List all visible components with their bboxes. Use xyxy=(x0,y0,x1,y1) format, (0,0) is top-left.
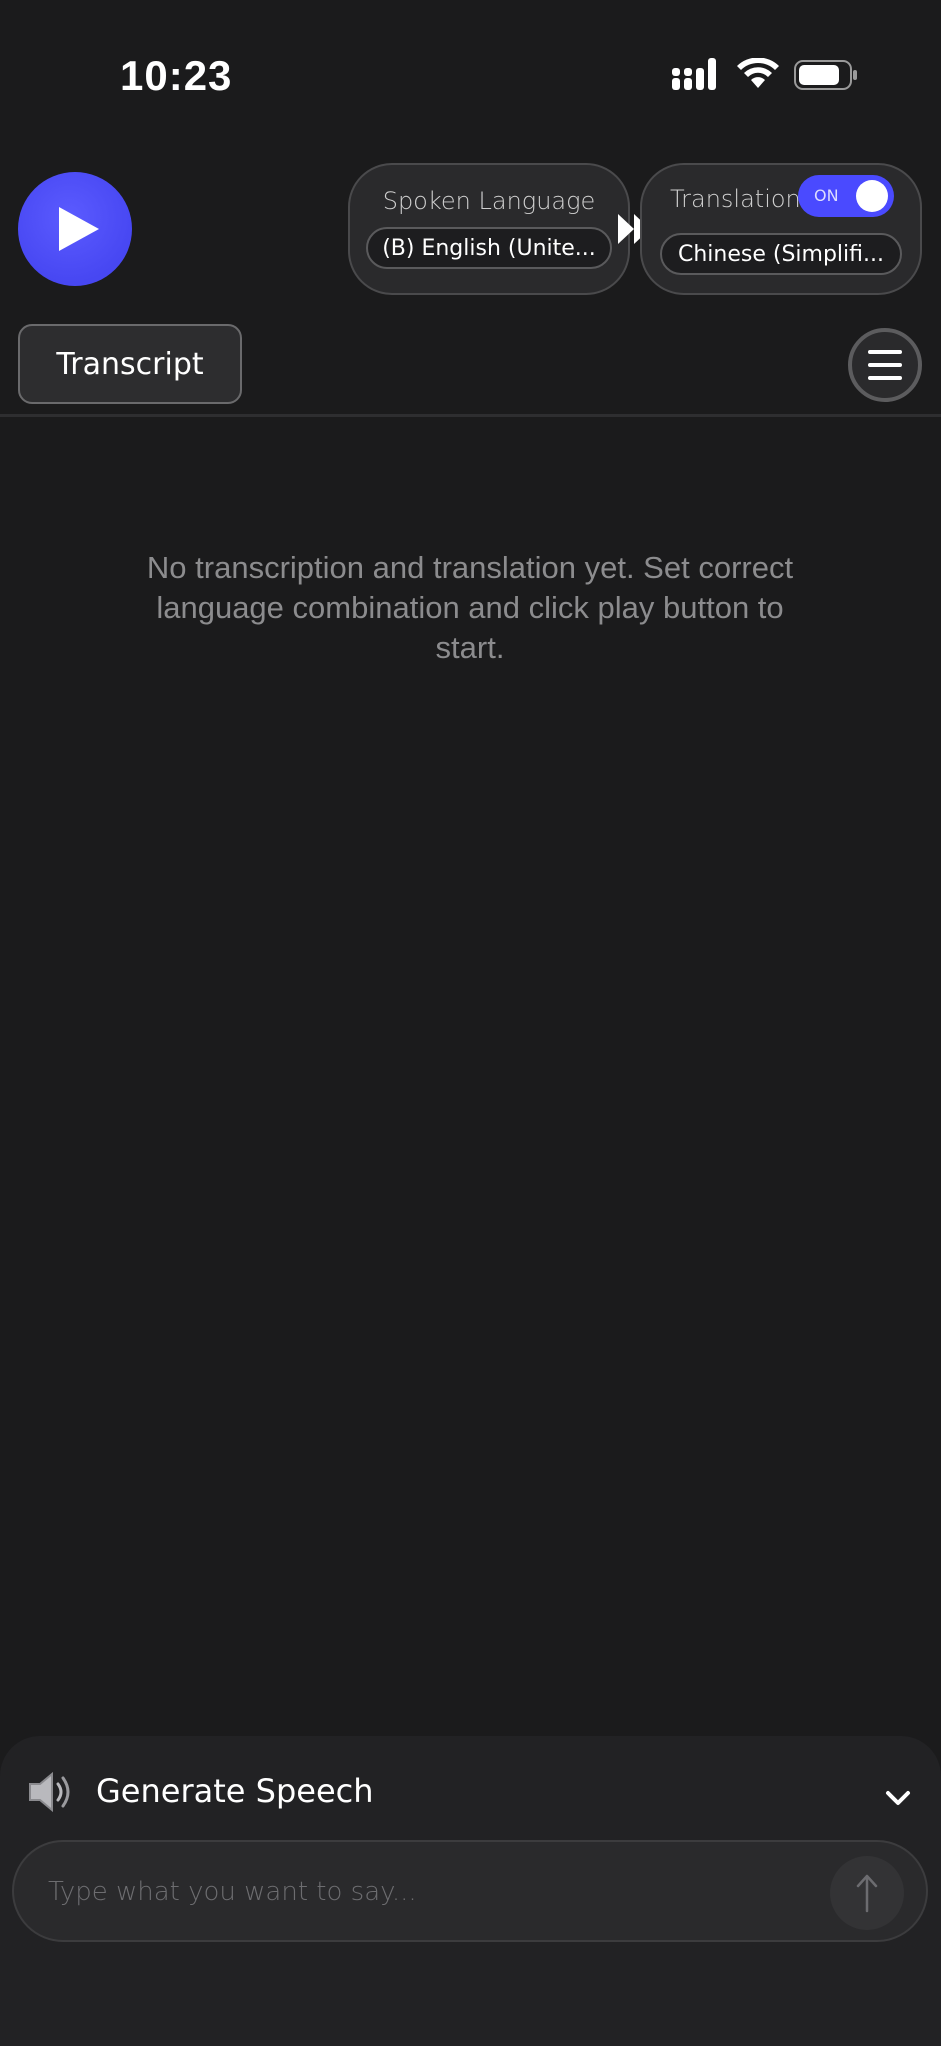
play-icon xyxy=(59,207,99,251)
menu-line xyxy=(868,350,902,354)
generate-speech-label[interactable]: Generate Speech xyxy=(96,1772,374,1810)
battery-icon xyxy=(794,60,857,90)
translation-card: Translation ON Chinese (Simplifi... xyxy=(640,163,922,295)
cellular-signal-icon xyxy=(672,58,716,90)
spoken-language-card: Spoken Language (B) English (Unite... xyxy=(348,163,630,295)
generate-speech-panel: Generate Speech xyxy=(0,1736,941,2046)
empty-state-message: No transcription and translation yet. Se… xyxy=(146,550,794,665)
status-time: 10:23 xyxy=(120,52,233,99)
app-screen: 10:23 Spoken Language (B) English (Unite… xyxy=(0,0,941,2046)
translation-toggle[interactable]: ON xyxy=(798,175,894,217)
speech-input-container xyxy=(12,1840,928,1942)
chevron-down-icon[interactable] xyxy=(884,1788,912,1808)
hamburger-menu-icon[interactable] xyxy=(848,328,922,402)
send-button[interactable] xyxy=(830,1856,904,1930)
menu-line xyxy=(868,363,902,367)
translation-language-select[interactable]: Chinese (Simplifi... xyxy=(660,233,902,275)
divider xyxy=(0,414,941,417)
arrow-up-icon xyxy=(856,1874,878,1913)
spoken-language-label: Spoken Language xyxy=(382,187,596,215)
play-button[interactable] xyxy=(18,172,132,286)
speech-text-input[interactable] xyxy=(48,1870,808,1914)
wifi-icon xyxy=(737,58,779,88)
toggle-knob xyxy=(856,180,888,212)
menu-line xyxy=(868,376,902,380)
tab-transcript[interactable]: Transcript xyxy=(18,324,242,404)
speaker-icon xyxy=(29,1771,70,1813)
translation-label: Translation xyxy=(670,185,801,213)
toggle-state-label: ON xyxy=(814,186,839,205)
spoken-language-select[interactable]: (B) English (Unite... xyxy=(366,227,612,269)
